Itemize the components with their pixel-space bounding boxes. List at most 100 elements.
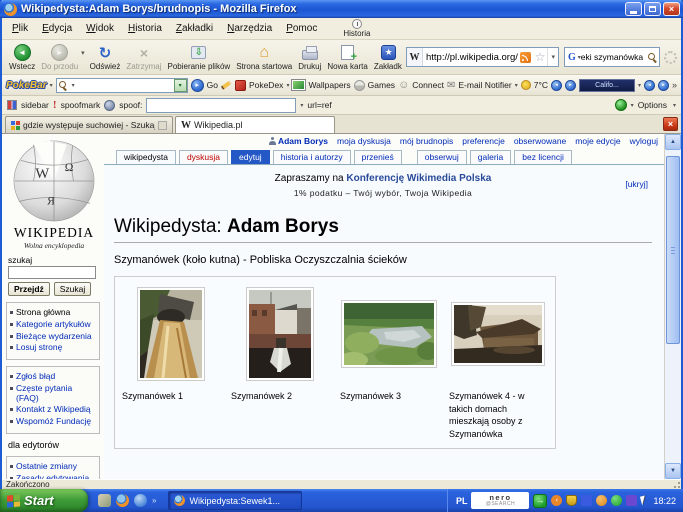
sidebar-item-faq[interactable]: Częste pytania (FAQ) — [10, 384, 97, 404]
start-button[interactable]: Start — [0, 489, 88, 512]
quicklaunch-overflow-chevron[interactable]: » — [152, 496, 156, 505]
link-obserwowane[interactable]: obserwowane — [514, 136, 566, 146]
games-icon[interactable] — [354, 80, 365, 91]
player-prev-button[interactable]: ◂ — [551, 80, 562, 91]
downloads-button[interactable]: ⇩ Pobieranie plików — [164, 43, 233, 71]
wallpapers-label[interactable]: Wallpapers — [308, 80, 350, 90]
gallery-image-3[interactable] — [341, 300, 437, 368]
back-button[interactable]: ◄ Wstecz — [6, 43, 38, 71]
home-button[interactable]: ⌂ Strona startowa — [233, 43, 295, 71]
gallery-image-1[interactable] — [137, 287, 205, 381]
sidebar-item-wydarzenia[interactable]: Bieżące wydarzenia — [10, 332, 97, 342]
tab-historia-i-autorzy[interactable]: historia i autorzy — [273, 150, 351, 164]
link-kategorie[interactable]: Kategorie artykułów — [16, 320, 91, 330]
pokedex-caret[interactable]: ▾ — [286, 82, 289, 89]
pokebar-overflow-chevron[interactable]: » — [672, 80, 677, 90]
gallery-image-2[interactable] — [246, 287, 314, 381]
banner-conference-link[interactable]: Konferencję Wikimedia Polska — [346, 173, 491, 184]
language-indicator[interactable]: PL — [456, 496, 468, 506]
pokebar-search-box[interactable]: ▾ ▾ — [56, 78, 188, 93]
player-volume-button[interactable]: ◂ — [644, 80, 655, 91]
spoofmark-label[interactable]: spoofmark — [61, 100, 101, 110]
sidebar-item-ostatnie[interactable]: Ostatnie zmiany — [10, 462, 97, 472]
link-faq[interactable]: Częste pytania (FAQ) — [16, 384, 97, 404]
link-ostatnie-zmiany[interactable]: Ostatnie zmiany — [16, 462, 77, 472]
spoof-status-caret[interactable]: ▾ — [631, 102, 634, 109]
tray-orange-icon[interactable] — [596, 495, 607, 506]
tab-google-search[interactable]: gdzie występuje suchowiej - Szukaj w ... — [5, 116, 173, 133]
menu-edycja[interactable]: Edycja — [36, 21, 78, 36]
forward-button[interactable]: ► Do przodu — [38, 43, 81, 71]
scroll-up-icon[interactable]: ▲ — [665, 134, 681, 150]
link-kontakt[interactable]: Kontakt z Wikipedią — [16, 405, 91, 415]
spoof-input[interactable] — [146, 98, 296, 113]
pokebar-search-caret[interactable]: ▾ — [72, 82, 75, 89]
link-losuj[interactable]: Losuj stronę — [16, 343, 62, 353]
menu-narzedzia[interactable]: Narzędzia — [221, 21, 278, 36]
url-dropdown-caret[interactable]: ▾ — [547, 48, 558, 66]
spoofmark-icon[interactable]: ! — [53, 99, 57, 111]
spoof-input-caret[interactable]: ▾ — [300, 102, 303, 109]
player-play-button[interactable]: ▸ — [565, 80, 576, 91]
google-icon[interactable]: G — [565, 52, 578, 63]
wallpapers-icon[interactable] — [292, 80, 305, 90]
sidebar-toggle-label[interactable]: sidebar — [21, 100, 49, 110]
tab-wikipedysta[interactable]: wikipedysta — [116, 150, 176, 164]
menu-widok[interactable]: Widok — [80, 21, 120, 36]
tab-wikipedia[interactable]: W Wikipedia.pl — [175, 116, 335, 133]
pokedex-icon[interactable] — [235, 80, 246, 91]
new-tab-button[interactable]: + Nowa karta — [324, 43, 370, 71]
gallery-image-4[interactable] — [451, 302, 545, 366]
close-tab-button[interactable]: × — [663, 117, 678, 131]
tab-przenies[interactable]: przenieś — [354, 150, 402, 164]
tray-purple-icon[interactable] — [626, 495, 637, 506]
link-wyloguj[interactable]: wyloguj — [630, 136, 658, 146]
link-moj-brudnopis[interactable]: mój brudnopis — [400, 136, 453, 146]
quicklaunch-desktop-icon[interactable] — [98, 494, 111, 507]
sidebar-item-wspomoz[interactable]: Wspomóż Fundację — [10, 417, 97, 427]
nero-search-deskband[interactable]: nero @SEARCH — [471, 492, 529, 509]
web-search-input[interactable] — [581, 52, 648, 62]
refresh-button[interactable]: ↻ Odśwież — [87, 43, 124, 71]
pokebar-logo-caret[interactable]: ▾ — [50, 82, 53, 89]
search-button[interactable]: Szukaj — [54, 282, 92, 296]
player-stop-button[interactable]: ▸ — [658, 80, 669, 91]
scroll-down-icon[interactable]: ▼ — [665, 463, 681, 479]
email-notifier-label[interactable]: E-mail Notifier — [458, 80, 511, 90]
tray-collapse-chevron-icon[interactable]: ‹ — [551, 495, 562, 506]
link-moja-dyskusja[interactable]: moja dyskusja — [337, 136, 391, 146]
player-caret[interactable]: ▾ — [638, 82, 641, 89]
link-moje-edycje[interactable]: moje edycje — [575, 136, 620, 146]
pokebar-search-input[interactable] — [77, 81, 172, 90]
tab-bez-licencji[interactable]: bez licencji — [514, 150, 572, 164]
wikipedia-logo[interactable]: W Ω Я WIKIPEDIA Wolna encyklopedia — [4, 136, 104, 250]
rss-icon[interactable] — [520, 52, 531, 63]
sidebar-item-kategorie[interactable]: Kategorie artykułów — [10, 320, 97, 330]
history-toolbar-button[interactable]: Historia — [343, 19, 370, 38]
pokebar-go-icon[interactable]: ▸ — [191, 79, 204, 92]
email-caret[interactable]: ▾ — [515, 82, 518, 89]
minimize-button[interactable] — [625, 2, 642, 16]
link-wydarzenia[interactable]: Bieżące wydarzenia — [16, 332, 92, 342]
vertical-scrollbar[interactable]: ▲ ▼ — [664, 134, 681, 479]
taskbar-task-button[interactable]: Wikipedysta:Sewek1... — [168, 491, 302, 510]
print-button[interactable]: Drukuj — [295, 43, 324, 71]
spoof-status-icon[interactable] — [615, 99, 627, 111]
quicklaunch-browser-icon[interactable] — [134, 494, 147, 507]
scrollbar-thumb[interactable] — [666, 156, 680, 344]
weather-icon[interactable] — [521, 80, 531, 90]
sidebar-item-losuj[interactable]: Losuj stronę — [10, 343, 97, 353]
tab-dyskusja[interactable]: dyskusja — [179, 150, 228, 164]
options-menu[interactable]: Options — [638, 100, 667, 110]
banner-hide-link[interactable]: [ukryj] — [625, 179, 648, 189]
quicklaunch-firefox-icon[interactable] — [116, 494, 129, 507]
user-link[interactable]: Adam Borys — [269, 136, 328, 146]
url-bar[interactable]: W http://pl.wikipedia.org/wiki/Wikipe ☆ … — [406, 47, 559, 67]
pokebar-logo[interactable]: PokeBar — [6, 80, 47, 91]
link-wspomoz[interactable]: Wspomóż Fundację — [16, 417, 91, 427]
sidebar-item-strona-glowna[interactable]: Strona główna — [10, 308, 97, 318]
tab1-close-icon[interactable] — [158, 121, 167, 130]
menu-zakladki[interactable]: Zakładki — [170, 21, 219, 36]
email-notifier-icon[interactable]: ✉ — [447, 80, 455, 91]
pokebar-search-dropdown[interactable]: ▾ — [174, 79, 187, 92]
